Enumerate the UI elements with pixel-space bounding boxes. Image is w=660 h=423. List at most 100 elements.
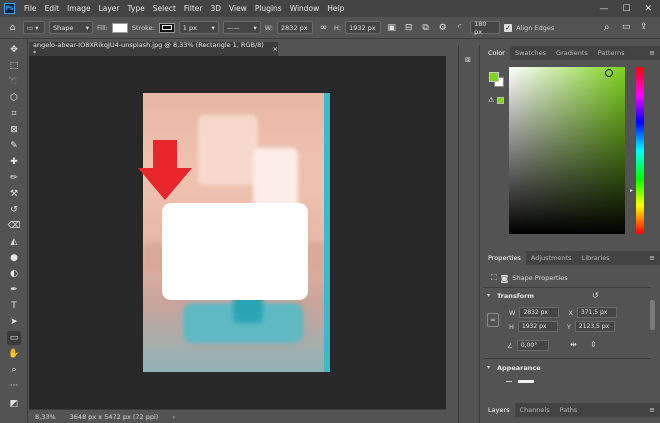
path-selection-tool-icon[interactable]: ➤ — [7, 315, 21, 329]
height-field[interactable]: 1932 px — [345, 21, 382, 34]
chevron-down-icon[interactable]: ▾ — [487, 292, 490, 299]
menu-plugins[interactable]: Plugins — [251, 4, 286, 13]
marquee-tool-icon[interactable]: ⬚ — [7, 59, 21, 73]
more-tools-icon[interactable]: ··· — [7, 379, 21, 393]
rectangle-icon: ▭ ▾ — [27, 23, 39, 32]
dodge-tool-icon[interactable]: ◐ — [7, 267, 21, 281]
tab-gradients[interactable]: Gradients — [551, 46, 593, 60]
type-tool-icon[interactable]: T — [7, 299, 21, 313]
settings-gear-icon[interactable]: ⚙ — [436, 23, 449, 33]
chevron-down-icon[interactable]: ▾ — [487, 364, 490, 371]
fill-label: Fill: — [97, 23, 108, 32]
home-icon[interactable]: ⌂ — [6, 23, 19, 33]
document-tab[interactable]: angelo-abear-IO8XRikqJU4-unsplash.jpg @ … — [29, 41, 278, 57]
foreground-color-swatch[interactable] — [489, 72, 499, 82]
menu-image[interactable]: Image — [63, 4, 95, 13]
flip-horizontal-icon[interactable]: ⇹ — [570, 340, 577, 349]
stroke-swatch[interactable] — [158, 22, 175, 33]
menu-layer[interactable]: Layer — [95, 4, 124, 13]
share-icon[interactable]: ⇪ — [640, 22, 648, 32]
color-panel-menu-icon[interactable]: ≡ — [649, 49, 655, 57]
move-tool-icon[interactable]: ✥ — [7, 43, 21, 57]
blur-tool-icon[interactable]: ● — [7, 251, 21, 265]
lasso-tool-icon[interactable]: ➰ — [7, 75, 21, 89]
y-position-field[interactable]: 2123,5 px — [574, 321, 615, 332]
healing-brush-tool-icon[interactable]: ✚ — [7, 155, 21, 169]
status-bar: 8,33% 3648 px x 5472 px (72 ppi) › — [29, 409, 446, 423]
flip-vertical-icon[interactable]: ⇕ — [590, 340, 597, 349]
brush-tool-icon[interactable]: ✏ — [7, 171, 21, 185]
tool-preset-picker[interactable]: ▭ ▾ — [23, 21, 45, 34]
angle-field[interactable]: 0,00° — [516, 340, 549, 351]
properties-scrollbar[interactable] — [650, 300, 655, 330]
history-panel-icon[interactable]: ⧈ — [465, 55, 471, 65]
tab-patterns[interactable]: Patterns — [593, 46, 630, 60]
minimize-icon[interactable]: — — [599, 4, 608, 14]
x-value: 371,5 px — [580, 309, 608, 316]
close-tab-icon[interactable]: × — [273, 45, 278, 53]
menu-type[interactable]: Type — [124, 4, 149, 13]
red-arrow-icon — [138, 140, 192, 200]
color-swatches-icon[interactable]: ◩ — [7, 397, 21, 411]
hue-slider-pointer-icon[interactable]: ▸ — [630, 187, 633, 194]
menu-view[interactable]: View — [225, 4, 251, 13]
object-selection-tool-icon[interactable]: ⬡ — [7, 91, 21, 105]
align-edges-checkbox[interactable]: ✓ — [504, 23, 513, 32]
status-menu-arrow[interactable]: › — [172, 413, 175, 421]
saturation-brightness-field[interactable] — [509, 67, 625, 234]
tab-layers[interactable]: Layers — [483, 403, 515, 417]
crop-tool-icon[interactable]: ⌗ — [7, 107, 21, 121]
tab-color[interactable]: Color — [483, 46, 510, 60]
menu-edit[interactable]: Edit — [41, 4, 64, 13]
properties-panel-menu-icon[interactable]: ≡ — [649, 254, 655, 262]
menu-help[interactable]: Help — [323, 4, 348, 13]
hue-slider[interactable] — [636, 67, 644, 234]
workspace-icon[interactable]: ▭ — [622, 22, 631, 32]
link-dimensions-icon[interactable]: ∞ — [487, 313, 499, 327]
zoom-tool-icon[interactable]: ⌕ — [7, 363, 21, 377]
clone-stamp-tool-icon[interactable]: ⚒ — [7, 187, 21, 201]
path-operations-icon[interactable]: ▣ — [385, 23, 398, 33]
zoom-level[interactable]: 8,33% — [35, 413, 56, 421]
path-arrangement-icon[interactable]: ⧉ — [419, 23, 432, 33]
tab-swatches[interactable]: Swatches — [510, 46, 551, 60]
link-icon[interactable]: ∞ — [317, 23, 330, 33]
fill-swatch[interactable] — [111, 22, 128, 33]
fill-preview-swatch[interactable] — [518, 380, 534, 383]
menu-window[interactable]: Window — [286, 4, 324, 13]
x-position-field[interactable]: 371,5 px — [576, 307, 617, 318]
menu-3d[interactable]: 3D — [206, 4, 225, 13]
frame-tool-icon[interactable]: ⊠ — [7, 123, 21, 137]
stroke-width-field[interactable]: 1 px ▾ — [178, 21, 219, 34]
corner-radius-field[interactable]: 180 px — [470, 20, 501, 36]
mode-select[interactable]: Shape ▾ — [49, 21, 93, 34]
hand-tool-icon[interactable]: ✋ — [7, 347, 21, 361]
menu-filter[interactable]: Filter — [180, 4, 207, 13]
tab-channels[interactable]: Channels — [515, 403, 555, 417]
height-field[interactable]: 1932 px — [517, 321, 558, 332]
reset-transform-icon[interactable]: ↺ — [592, 291, 599, 300]
tab-paths[interactable]: Paths — [555, 403, 583, 417]
eraser-tool-icon[interactable]: ⌫ — [7, 219, 21, 233]
tab-properties[interactable]: Properties — [483, 251, 526, 265]
menu-select[interactable]: Select — [149, 4, 180, 13]
width-field[interactable]: 2832 px — [277, 21, 314, 34]
rounded-rectangle-shape[interactable] — [162, 203, 308, 300]
color-picker-handle[interactable] — [605, 69, 613, 77]
tab-adjustments[interactable]: Adjustments — [526, 251, 577, 265]
history-brush-tool-icon[interactable]: ↺ — [7, 203, 21, 217]
maximize-icon[interactable]: ☐ — [622, 4, 630, 14]
eyedropper-tool-icon[interactable]: ✎ — [7, 139, 21, 153]
search-icon[interactable]: ⌕ — [604, 22, 610, 33]
path-alignment-icon[interactable]: ⊟ — [402, 23, 415, 33]
layers-panel-menu-icon[interactable]: ≡ — [649, 406, 655, 414]
pen-tool-icon[interactable]: ✒ — [7, 283, 21, 297]
paint-bucket-tool-icon[interactable]: ◭ — [7, 235, 21, 249]
width-field[interactable]: 2832 px — [519, 307, 560, 318]
tab-libraries[interactable]: Libraries — [577, 251, 615, 265]
menu-file[interactable]: File — [20, 4, 41, 13]
gamut-color-swatch[interactable] — [497, 97, 504, 104]
rectangle-tool-icon[interactable]: ▭ — [7, 331, 21, 345]
stroke-type-select[interactable]: —— ▾ — [222, 21, 261, 34]
close-icon[interactable]: ✕ — [644, 4, 652, 14]
